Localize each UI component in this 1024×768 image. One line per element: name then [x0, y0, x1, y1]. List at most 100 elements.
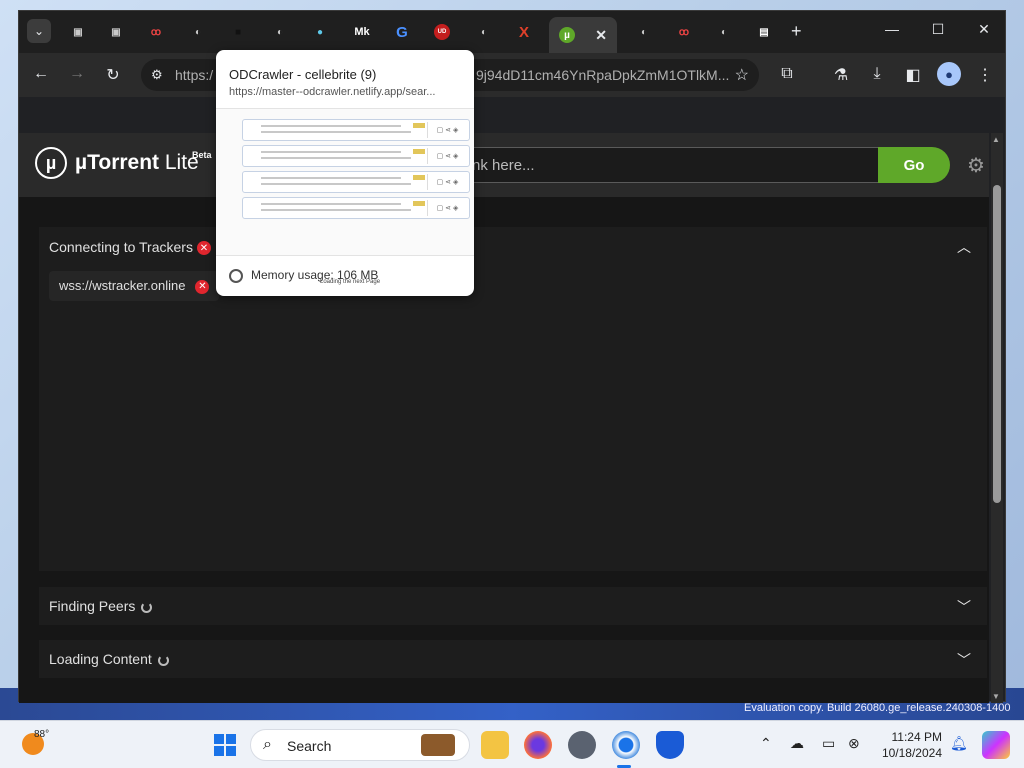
memory-usage-text: Memory usage: 106 MB — [251, 268, 379, 282]
brand-name-bold: µTorrent — [75, 151, 160, 174]
hover-card-url: https://master--odcrawler.netlify.app/se… — [229, 86, 436, 98]
settings-app-icon[interactable] — [568, 731, 596, 759]
scrollbar-thumb[interactable] — [993, 185, 1001, 503]
tab-17[interactable]: ▤ — [745, 17, 783, 47]
scroll-down-arrow-icon[interactable]: ▼ — [992, 692, 1000, 701]
gauge-icon — [229, 268, 243, 283]
tab-2[interactable]: ▣ — [97, 17, 135, 47]
utorrent-page: µ µTorrent Lite Beta nk here... Go ⚙ Con… — [19, 133, 989, 703]
memory-usage: Memory usage: 106 MB — [229, 268, 378, 283]
tab-8[interactable]: Mk — [343, 17, 381, 47]
tab-11[interactable]: ◐ — [465, 17, 503, 47]
beta-badge: Beta — [192, 150, 212, 160]
chevron-down-icon[interactable]: ﹀ — [957, 597, 971, 617]
system-clock[interactable]: 11:24 PM 10/18/2024 — [876, 729, 942, 761]
taskbar: 88° ⌕ Search ⌃ ☁ ▭ ⊗ 11:24 PM 10/18/2024… — [0, 720, 1024, 768]
loading-spinner-icon — [157, 654, 169, 666]
tracker-url: wss://wstracker.online — [59, 278, 186, 293]
tab-search-button[interactable]: ⌄ — [27, 19, 51, 43]
firefox-icon[interactable] — [524, 731, 552, 759]
back-arrow-icon[interactable]: ← — [31, 65, 51, 83]
tab-6[interactable]: ◐ — [261, 17, 299, 47]
preview-result-row: ▢ ⋖ ◈ — [242, 145, 470, 167]
bookmark-star-icon[interactable]: ☆ — [735, 65, 749, 85]
tab-5[interactable]: ■ — [219, 17, 257, 47]
magnet-link-input[interactable]: nk here... — [459, 147, 879, 183]
url-text-start: https:/ — [175, 67, 214, 83]
minimize-button[interactable]: — — [877, 21, 907, 37]
chrome-icon[interactable] — [612, 731, 640, 759]
brand-name: µTorrent Lite — [75, 151, 199, 175]
peers-title-text: Finding Peers — [49, 598, 136, 614]
tray-chevron-up-icon[interactable]: ⌃ — [760, 735, 772, 752]
taskbar-search-label: Search — [287, 738, 332, 754]
menu-kebab-icon[interactable]: ⋮ — [975, 65, 995, 85]
trackers-panel-title[interactable]: Connecting to Trackers ✕ — [49, 239, 211, 256]
close-window-button[interactable]: ✕ — [969, 21, 999, 38]
content-title-text: Loading Content — [49, 651, 152, 667]
content-panel-title: Loading Content — [49, 651, 169, 667]
tab-14[interactable]: ◐ — [625, 17, 663, 47]
tab-16[interactable]: ◐ — [705, 17, 743, 47]
new-tab-button[interactable]: + — [791, 21, 802, 42]
chevron-up-icon[interactable]: ︿ — [957, 237, 971, 257]
tab-3[interactable]: ꝏ — [137, 17, 175, 47]
profile-avatar-icon[interactable]: ● — [937, 62, 961, 86]
hover-card-preview: ▢ ⋖ ◈ ▢ ⋖ ◈ ▢ ⋖ ◈ ▢ ⋖ ◈ Loading the next… — [216, 108, 474, 285]
dark-square-icon: ■ — [234, 26, 242, 38]
peers-panel[interactable]: Finding Peers ﹀ — [39, 587, 987, 625]
trackers-panel: Connecting to Trackers ✕ ︿ wss://wstracke… — [39, 227, 987, 571]
tab-strip: ⌄ ▣ ▣ ꝏ ◐ ■ ◐ ● Mk G UD ◐ X µ ✕ ◐ ꝏ ◐ ▤ … — [19, 11, 1005, 53]
tab-active-utorrent[interactable]: µ ✕ — [549, 17, 617, 53]
network-icon[interactable]: ⊗ — [848, 735, 860, 752]
copilot-icon[interactable] — [982, 731, 1010, 759]
clock-time: 11:24 PM — [891, 730, 942, 744]
tracker-error-icon: ✕ — [195, 279, 210, 294]
content-top-band — [19, 97, 1005, 133]
scroll-up-arrow-icon[interactable]: ▲ — [992, 135, 1000, 144]
ublock-icon: UD — [434, 24, 450, 40]
close-tab-icon[interactable]: ✕ — [595, 27, 607, 44]
document-icon: ▤ — [759, 26, 769, 38]
tab-1[interactable]: ▣ — [59, 17, 97, 47]
glasses-icon: ꝏ — [678, 26, 690, 38]
tab-12[interactable]: X — [505, 17, 543, 47]
extensions-icon[interactable]: ⧉ — [777, 65, 797, 83]
g-icon: G — [396, 23, 408, 41]
search-highlight-image — [421, 734, 455, 756]
globe-icon: ◐ — [480, 26, 488, 38]
trackers-title-text: Connecting to Trackers — [49, 239, 193, 255]
tab-9[interactable]: G — [383, 17, 421, 47]
utorrent-icon: µ — [559, 27, 576, 43]
tab-10[interactable]: UD — [423, 17, 461, 47]
windows-start-icon[interactable] — [214, 734, 236, 756]
labs-flask-icon[interactable]: ⚗ — [831, 65, 851, 85]
notification-bell-icon[interactable]: 🔔︎ — [950, 735, 968, 752]
side-panel-icon[interactable]: ◧ — [903, 65, 923, 85]
page-scrollbar[interactable]: ▲ ▼ — [991, 133, 1003, 703]
display-icon[interactable]: ▭ — [822, 735, 835, 752]
globe-icon: ◐ — [640, 26, 648, 38]
content-panel[interactable]: Loading Content ﹀ — [39, 640, 987, 678]
browser-toolbar: ← → ↻ ⚙ https:/ 9j94dD11cm46YnRpaDpkZmM1… — [19, 53, 1005, 97]
download-icon[interactable]: ⤓ — [867, 65, 887, 83]
peers-panel-title: Finding Peers — [49, 598, 153, 614]
blue-circle-icon: ● — [316, 26, 324, 38]
glasses-icon: ꝏ — [150, 26, 162, 38]
search-icon: ⌕ — [263, 736, 272, 753]
tab-7[interactable]: ● — [301, 17, 339, 47]
reload-icon[interactable]: ↻ — [103, 65, 123, 85]
file-explorer-icon[interactable] — [481, 731, 509, 759]
maximize-button[interactable]: ☐ — [923, 21, 953, 38]
taskbar-search[interactable]: ⌕ Search — [250, 729, 470, 761]
forward-arrow-icon[interactable]: → — [67, 65, 87, 83]
globe-icon: ◐ — [194, 26, 202, 38]
site-info-icon[interactable]: ⚙ — [151, 67, 163, 83]
defender-shield-icon[interactable] — [656, 731, 684, 759]
chevron-down-icon[interactable]: ﹀ — [957, 650, 971, 670]
tab-15[interactable]: ꝏ — [665, 17, 703, 47]
onedrive-icon[interactable]: ☁ — [790, 735, 804, 752]
settings-gear-icon[interactable]: ⚙ — [967, 153, 985, 178]
go-button[interactable]: Go — [878, 147, 950, 183]
tab-4[interactable]: ◐ — [179, 17, 217, 47]
